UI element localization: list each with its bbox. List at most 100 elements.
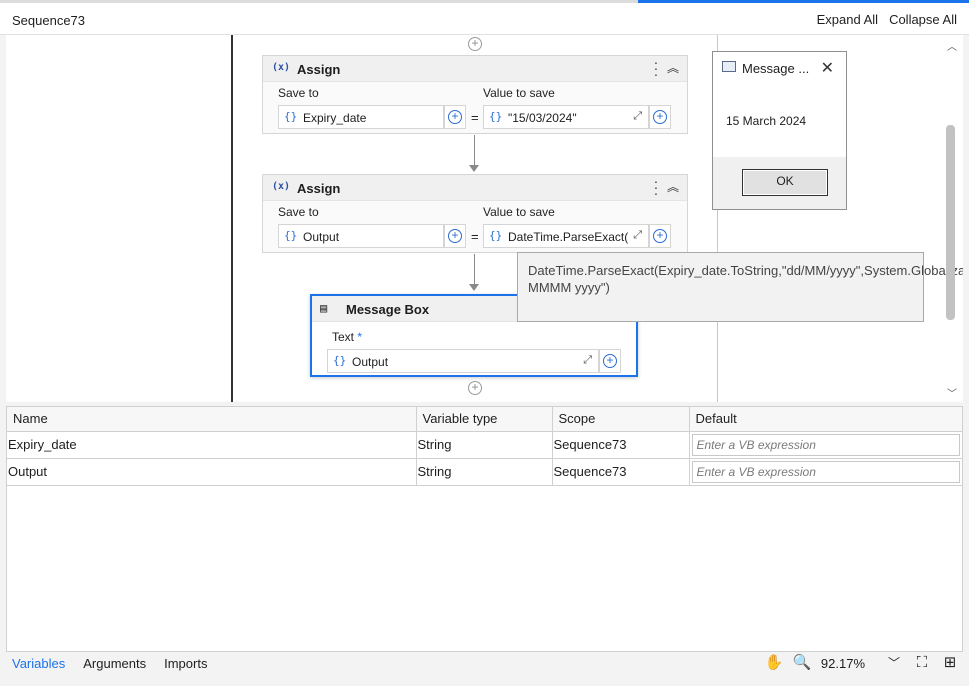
variable-name-cell[interactable]: Output [7,458,417,486]
assign-activity-2[interactable]: (x) Assign · · · ︽ Save to Value to save {… [262,174,688,253]
ok-button[interactable]: OK [742,169,828,196]
assign-activity-1-header[interactable]: (x) Assign · · · ︽ [263,55,687,82]
expand-all-button[interactable]: Expand All [817,12,878,27]
assign2-save-to-add-button[interactable]: + [444,224,466,248]
assign-activity-2-header[interactable]: (x) Assign · · · ︽ [263,174,687,201]
expand-editor-icon[interactable]: ⤢ [583,354,592,367]
variable-type-cell[interactable]: String [416,431,553,459]
close-icon[interactable]: ✕ [821,58,834,78]
plus-circle-icon: + [653,110,667,124]
assign-activity-1-title: Assign [297,62,341,77]
assign-icon: (x) [272,181,291,192]
tab-variables[interactable]: Variables [12,656,65,671]
assign2-save-to-field[interactable]: {} Output [278,224,444,248]
zoom-magnifier-icon[interactable]: 🔍 [793,654,812,672]
variable-scope-cell[interactable]: Sequence73 [552,431,690,459]
variable-default-cell [689,458,963,486]
sequence-border-left [231,35,233,402]
assign2-value-field[interactable]: {} DateTime.ParseExact(E ⤢ [483,224,649,248]
required-mark: * [357,330,363,344]
collapse-chevron-icon[interactable]: ︽ [667,59,679,76]
variable-scope-cell[interactable]: Sequence73 [552,458,690,486]
collapse-all-button[interactable]: Collapse All [889,12,957,27]
equals-sign: = [471,110,479,125]
designer-footer: Variables Arguments Imports ✋ 🔍 92.17% ﹀… [0,652,969,686]
variables-panel: Name Variable type Scope Default Expiry_… [6,406,963,652]
assign2-save-to-value: Output [303,230,340,244]
expression-tooltip: DateTime.ParseExact(Expiry_date.ToString… [517,252,963,322]
designer-header: Sequence73 Expand All Collapse All [0,3,969,35]
assign1-value-field[interactable]: {} "15/03/2024" ⤢ [483,105,649,129]
save-to-label: Save to [278,205,319,219]
variable-name-cell[interactable]: Expiry_date [7,431,417,459]
variable-type-cell[interactable]: String [416,458,553,486]
dialog-message: 15 March 2024 [726,114,807,128]
chevron-down-icon[interactable]: ﹀ [947,385,957,400]
assign1-save-to-field[interactable]: {} Expiry_date [278,105,444,129]
expression-brace-icon: {} [489,229,503,242]
window-icon [722,61,736,72]
chevron-down-icon[interactable]: ﹀ [885,654,903,672]
more-options-icon[interactable]: · · · [653,174,659,200]
dialog-title: Message ... [742,61,810,76]
table-row[interactable]: Output String Sequence73 [7,458,963,486]
designer-canvas[interactable]: + (x) Assign · · · ︽ Save to Value to save… [6,35,963,402]
default-expression-input[interactable] [691,433,960,456]
panel-tabs: Variables Arguments Imports [12,656,207,671]
table-row[interactable]: Expiry_date String Sequence73 [7,431,963,459]
canvas-scrollbar[interactable]: ︿ ﹀ [944,35,958,402]
message-box-text-add-button[interactable]: + [599,349,621,373]
table-header-row: Name Variable type Scope Default [7,407,963,432]
default-expression-input[interactable] [691,460,960,483]
message-box-text-field[interactable]: {} Output ⤢ [327,349,599,373]
expression-brace-icon: {} [284,229,298,242]
hand-pan-icon[interactable]: ✋ [765,654,784,672]
expression-brace-icon: {} [284,110,298,123]
assign1-save-to-add-button[interactable]: + [444,105,466,129]
chevron-up-icon[interactable]: ︿ [947,38,957,53]
expression-brace-icon: {} [333,354,347,367]
sequence-title: Sequence73 [12,13,86,28]
more-options-icon[interactable]: · · · [653,55,659,81]
scrollbar-thumb[interactable] [946,125,955,320]
message-dialog[interactable]: Message ... ✕ 15 March 2024 OK [712,51,847,210]
zoom-controls: ✋ 🔍 92.17% ﹀ ⛶ ⊞ [765,654,959,672]
collapse-chevron-icon[interactable]: ︽ [667,178,679,195]
header-actions: Expand All Collapse All [817,12,957,27]
value-to-save-label: Value to save [483,86,555,100]
expression-brace-icon: {} [489,110,503,123]
assign-activity-1[interactable]: (x) Assign · · · ︽ Save to Value to save {… [262,55,688,134]
text-label: Text * [332,330,362,344]
plus-circle-icon: + [448,229,462,243]
assign-icon: (x) [272,62,291,73]
connector-line [474,254,475,284]
tab-imports[interactable]: Imports [164,656,207,671]
connector-arrow [469,165,479,172]
tab-arguments[interactable]: Arguments [83,656,146,671]
connector-line [474,135,475,165]
value-to-save-label: Value to save [483,205,555,219]
expand-editor-icon[interactable]: ⤢ [633,110,642,123]
column-header-variable-type[interactable]: Variable type [416,407,553,432]
column-header-scope[interactable]: Scope [552,407,690,432]
plus-circle-icon: + [448,110,462,124]
zoom-level[interactable]: 92.17% [821,656,865,671]
assign1-value-add-button[interactable]: + [649,105,671,129]
fit-to-screen-icon[interactable]: ⛶ [913,654,931,672]
message-box-text-value: Output [352,355,389,369]
expand-editor-icon[interactable]: ⤢ [633,229,642,242]
insert-activity-top-icon[interactable]: + [468,37,482,51]
message-box-activity-title: Message Box [346,302,430,317]
fullscreen-icon[interactable]: ⊞ [941,654,959,672]
assign2-value-text: DateTime.ParseExact(E [508,230,628,244]
variable-default-cell [689,431,963,459]
dialog-footer: OK [713,157,846,209]
insert-activity-bottom-icon[interactable]: + [468,381,482,395]
connector-arrow [469,284,479,291]
plus-circle-icon: + [653,229,667,243]
column-header-default[interactable]: Default [689,407,963,432]
column-header-name[interactable]: Name [7,407,417,432]
message-box-icon: ▤ [320,301,328,315]
save-to-label: Save to [278,86,319,100]
assign2-value-add-button[interactable]: + [649,224,671,248]
